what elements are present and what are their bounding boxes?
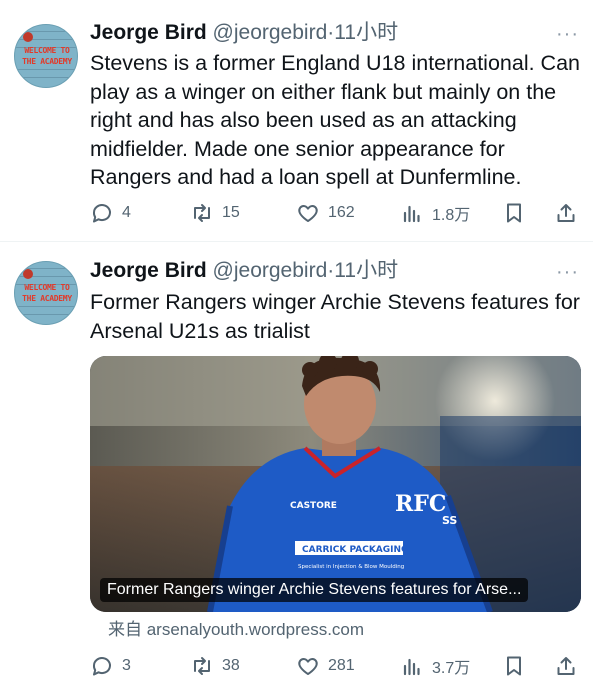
reply-button[interactable]: 3 — [90, 651, 131, 681]
reply-icon — [92, 204, 111, 223]
bookmark-button[interactable] — [502, 651, 526, 681]
tweet[interactable]: WELCOME TO THE ACADEMY Jeorge Bird @jeor… — [0, 243, 593, 690]
card-title[interactable]: Former Rangers winger Archie Stevens fea… — [100, 578, 529, 602]
retweet-button[interactable]: 38 — [190, 651, 240, 681]
author-handle[interactable]: @jeorgebird — [213, 259, 328, 282]
retweet-count: 15 — [222, 204, 240, 221]
tweet-header: Jeorge Bird @jeorgebird·11小时 — [90, 258, 398, 284]
more-icon[interactable]: ··· — [556, 262, 579, 282]
retweet-button[interactable]: 15 — [190, 198, 240, 228]
tweet-text: Stevens is a former England U18 internat… — [90, 51, 580, 189]
view-count: 3.7万 — [432, 660, 471, 677]
like-count: 162 — [328, 204, 355, 221]
author-name[interactable]: Jeorge Bird — [90, 21, 207, 44]
share-icon — [557, 204, 575, 222]
avatar-text-line: THE ACADEMY — [22, 294, 72, 303]
bookmark-icon — [507, 656, 521, 676]
card-source[interactable]: 来自 arsenalyouth.wordpress.com — [108, 619, 364, 641]
tweet-header: Jeorge Bird @jeorgebird·11小时 — [90, 20, 398, 46]
reply-button[interactable]: 4 — [90, 198, 131, 228]
avatar[interactable]: WELCOME TO THE ACADEMY — [14, 261, 78, 325]
views-button[interactable]: 1.8万 — [400, 198, 470, 228]
retweet-icon — [194, 657, 210, 675]
shirt-sponsor: CARRICK PACKAGING — [302, 545, 408, 555]
avatar-text-line: THE ACADEMY — [22, 57, 72, 66]
reply-icon — [92, 657, 111, 676]
svg-text:CASTORE: CASTORE — [290, 501, 337, 511]
like-button[interactable]: 162 — [296, 198, 355, 228]
author-handle[interactable]: @jeorgebird — [213, 21, 328, 44]
avatar-text-line: WELCOME TO — [24, 46, 70, 55]
views-icon — [403, 205, 420, 223]
shirt-sponsor-sub: Specialist in Injection & Blow Moulding — [298, 564, 404, 570]
reply-count: 4 — [122, 204, 131, 221]
timestamp[interactable]: 11小时 — [334, 259, 398, 282]
like-icon — [298, 658, 318, 675]
like-count: 281 — [328, 657, 355, 674]
tweet-actions: 3 38 281 3.7万 — [90, 651, 582, 681]
avatar-text-line: WELCOME TO — [24, 283, 70, 292]
reply-count: 3 — [122, 657, 131, 674]
tweet-actions: 4 15 162 1.8万 — [90, 198, 582, 228]
retweet-icon — [194, 204, 210, 222]
timestamp[interactable]: 11小时 — [334, 21, 398, 44]
tweet[interactable]: WELCOME TO THE ACADEMY Jeorge Bird @jeor… — [0, 0, 593, 242]
view-count: 1.8万 — [432, 207, 471, 224]
link-card[interactable]: RFC CASTORE SS CARRICK PACKAGING Special… — [90, 356, 581, 612]
share-button[interactable] — [554, 651, 578, 681]
bookmark-button[interactable] — [502, 198, 526, 228]
share-button[interactable] — [554, 198, 578, 228]
like-button[interactable]: 281 — [296, 651, 355, 681]
tweet-text: Former Rangers winger Archie Stevens fea… — [90, 290, 580, 343]
retweet-count: 38 — [222, 657, 240, 674]
like-icon — [298, 205, 318, 222]
views-button[interactable]: 3.7万 — [400, 651, 470, 681]
more-icon[interactable]: ··· — [556, 24, 579, 44]
bookmark-icon — [507, 203, 521, 223]
card-image: RFC CASTORE SS CARRICK PACKAGING Special… — [90, 356, 581, 612]
author-name[interactable]: Jeorge Bird — [90, 259, 207, 282]
svg-text:SS: SS — [442, 514, 457, 527]
views-icon — [403, 658, 420, 676]
svg-text:RFC: RFC — [395, 491, 446, 517]
avatar[interactable]: WELCOME TO THE ACADEMY — [14, 24, 78, 88]
share-icon — [557, 657, 575, 675]
